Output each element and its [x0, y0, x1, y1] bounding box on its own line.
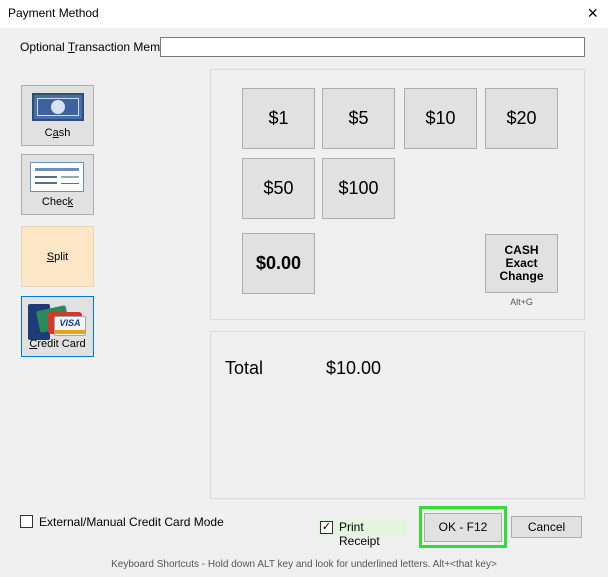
amount-1-button[interactable]: $1 — [242, 88, 315, 149]
keyboard-shortcuts-hint: Keyboard Shortcuts - Hold down ALT key a… — [111, 559, 497, 570]
custom-amount-button[interactable]: $0.00 — [242, 233, 315, 294]
credit-card-icon: VISA — [28, 302, 88, 342]
title-bar: Payment Method × — [0, 0, 608, 28]
amount-10-button[interactable]: $10 — [404, 88, 477, 149]
amount-50-button[interactable]: $50 — [242, 158, 315, 219]
amount-20-button[interactable]: $20 — [485, 88, 558, 149]
print-receipt-label[interactable]: Print Receipt — [339, 520, 407, 548]
amount-5-button[interactable]: $5 — [322, 88, 395, 149]
external-mode-checkbox[interactable] — [20, 515, 33, 528]
check-icon — [30, 162, 84, 192]
memo-label: Optional Transaction Memo — [20, 40, 167, 54]
print-receipt-option[interactable]: ✓ Print Receipt — [317, 519, 407, 548]
memo-input[interactable] — [160, 37, 585, 57]
ok-button[interactable]: OK - F12 — [424, 513, 502, 542]
total-panel: Total $10.00 — [210, 331, 585, 499]
amount-100-button[interactable]: $100 — [322, 158, 395, 219]
total-value: $10.00 — [326, 358, 382, 378]
check-button[interactable]: Check — [21, 154, 94, 215]
cash-button[interactable]: Cash — [21, 85, 94, 146]
cash-exact-shortcut: Alt+G — [510, 297, 533, 307]
credit-card-button[interactable]: VISA Credit Card — [21, 296, 94, 357]
cash-icon — [32, 93, 84, 121]
external-mode-label[interactable]: External/Manual Credit Card Mode — [39, 515, 224, 529]
dialog-body: Optional Transaction Memo Cash Check Spl… — [0, 28, 608, 577]
split-label: Split — [46, 251, 69, 263]
print-receipt-checkbox[interactable]: ✓ — [320, 521, 333, 534]
amount-panel: $1 $5 $10 $20 $50 $100 $0.00 CASH Exact … — [210, 69, 585, 320]
cancel-button[interactable]: Cancel — [511, 516, 582, 538]
check-label: Check — [41, 196, 74, 208]
close-icon[interactable]: × — [587, 3, 598, 23]
credit-card-label: Credit Card — [29, 338, 86, 350]
cash-exact-change-button[interactable]: CASH Exact Change — [485, 234, 558, 293]
visa-logo: VISA — [59, 318, 81, 328]
cash-exact-line3: Change — [499, 269, 544, 283]
total-label: Total — [225, 358, 264, 378]
cash-label: Cash — [44, 127, 71, 139]
split-button[interactable]: Split — [21, 226, 94, 287]
window-title: Payment Method — [8, 6, 99, 20]
